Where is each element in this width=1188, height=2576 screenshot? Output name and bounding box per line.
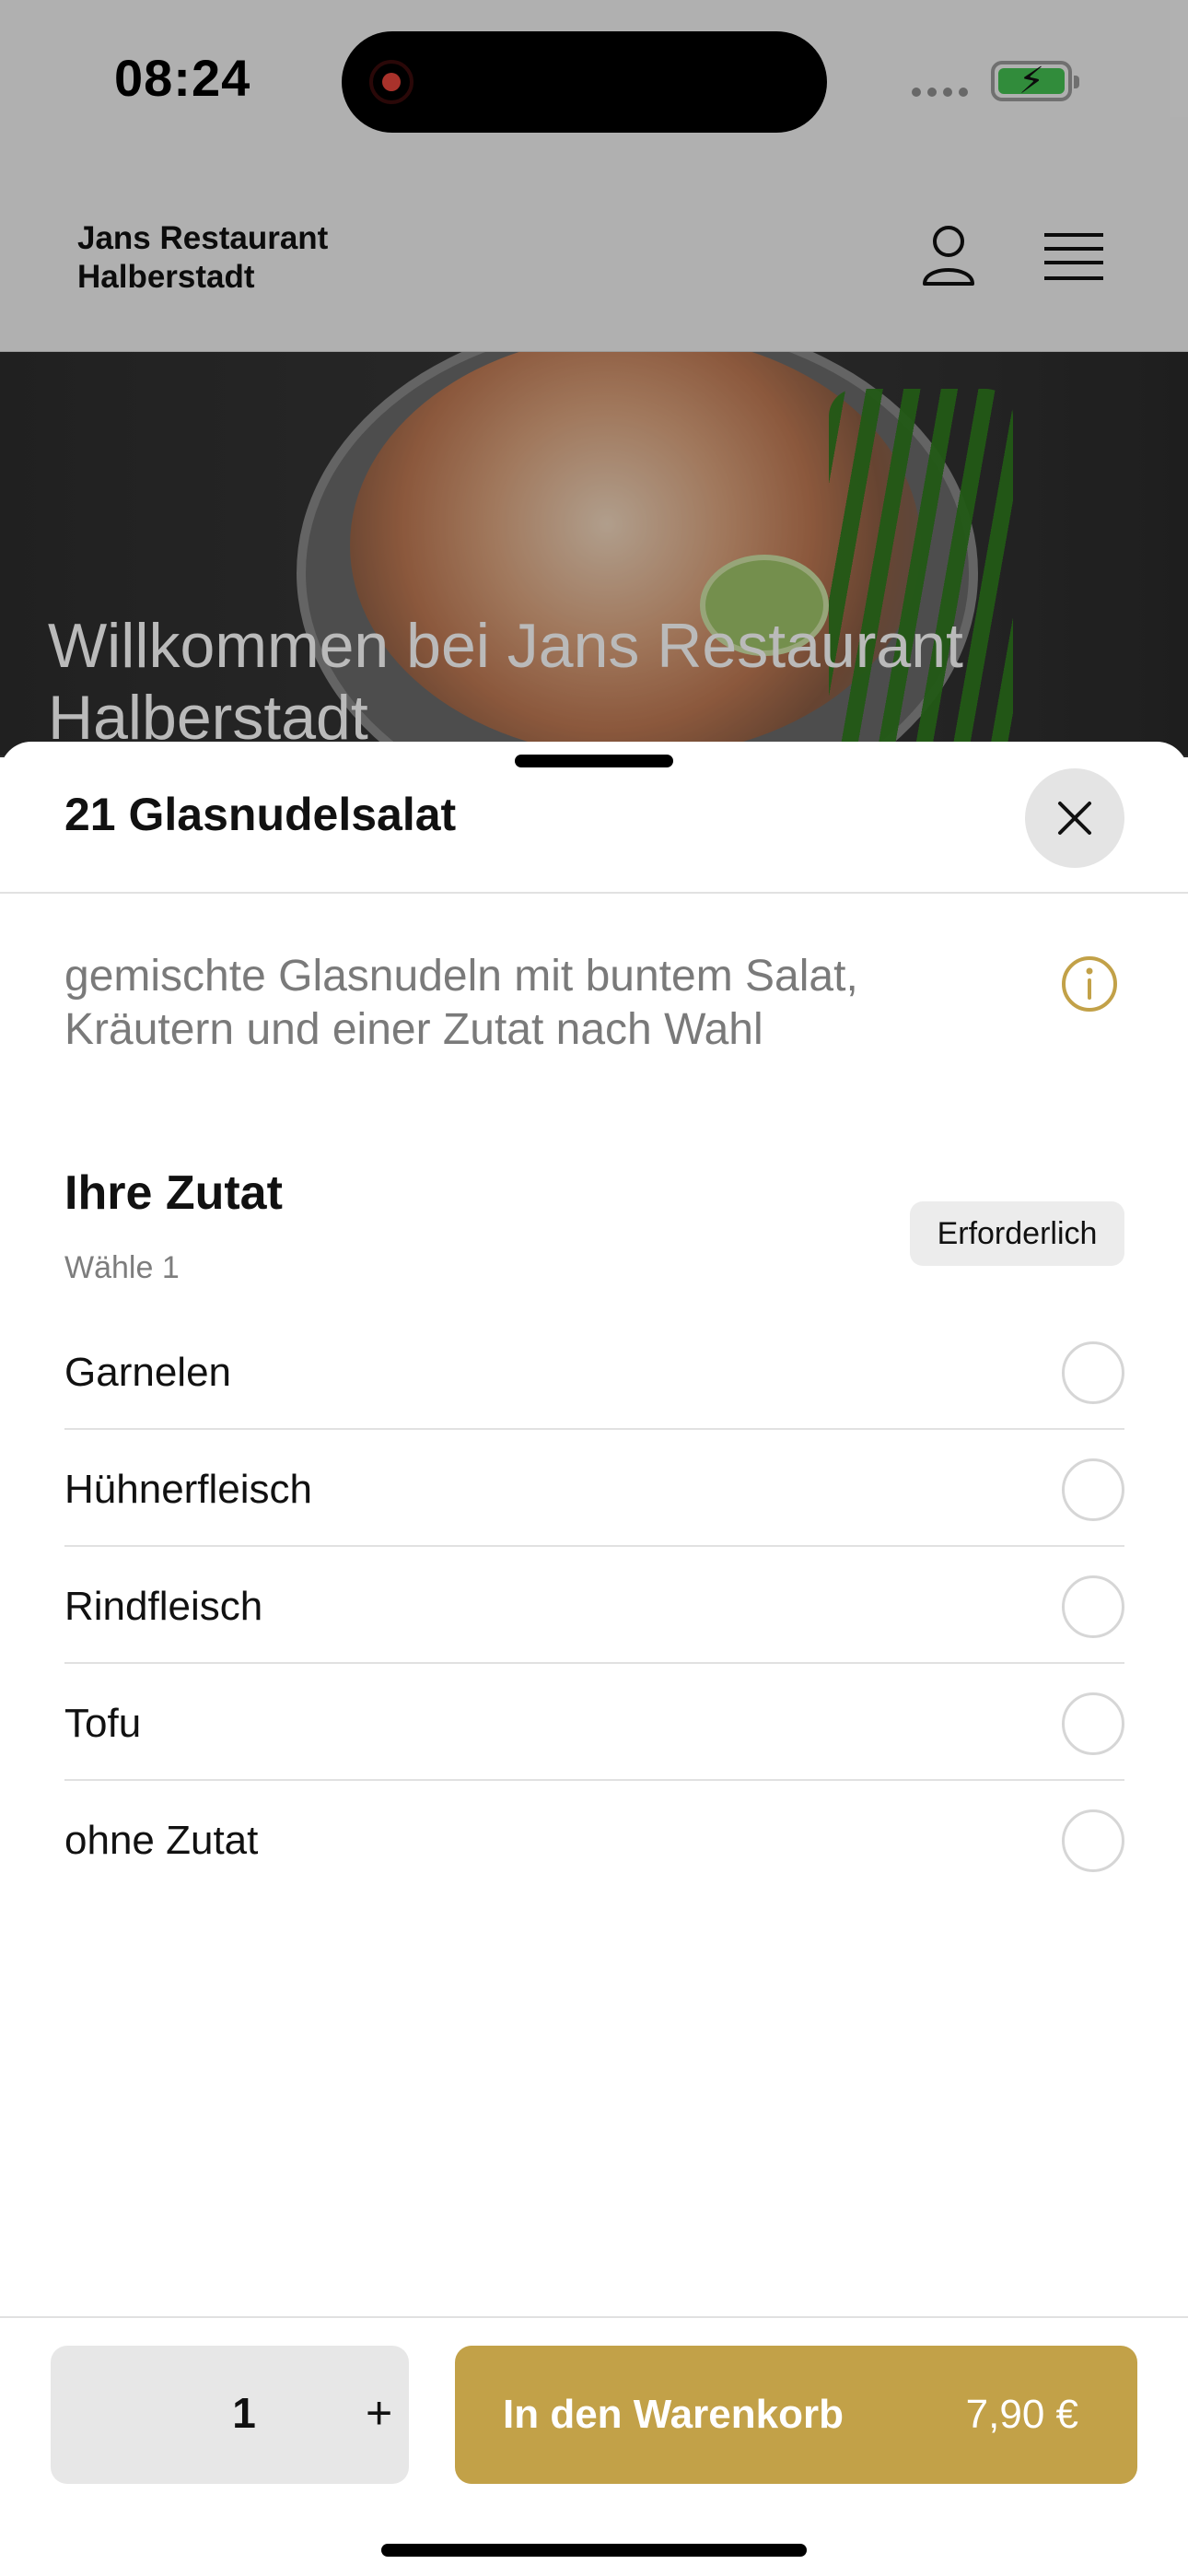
add-to-cart-label: In den Warenkorb (503, 2392, 844, 2437)
required-badge: Erforderlich (910, 1201, 1124, 1266)
option-group-subtitle: Wähle 1 (64, 1250, 180, 1285)
info-icon[interactable] (1061, 955, 1118, 1013)
home-indicator[interactable] (381, 2544, 807, 2557)
close-icon (1058, 802, 1091, 835)
order-footer: 1 + In den Warenkorb 7,90 € (0, 2316, 1188, 2576)
option-label: Rindfleisch (64, 1584, 263, 1629)
radio-button[interactable] (1062, 1809, 1124, 1872)
option-label: Hühnerfleisch (64, 1467, 313, 1512)
dish-description: gemischte Glasnudeln mit buntem Salat, K… (64, 952, 858, 1054)
radio-button[interactable] (1062, 1692, 1124, 1755)
option-list: Garnelen Hühnerfleisch Rindfleisch Tofu … (64, 1313, 1124, 1898)
option-label: Tofu (64, 1701, 142, 1746)
option-item[interactable]: Tofu (64, 1664, 1124, 1781)
quantity-stepper: 1 + (51, 2346, 409, 2484)
sheet-header: 21 Glasnudelsalat (0, 742, 1188, 894)
increase-quantity-button[interactable]: + (366, 2386, 392, 2440)
radio-button[interactable] (1062, 1458, 1124, 1521)
option-label: ohne Zutat (64, 1818, 259, 1863)
radio-button[interactable] (1062, 1575, 1124, 1638)
modal-backdrop[interactable] (0, 0, 1188, 755)
quantity-value: 1 (232, 2389, 256, 2437)
dish-title: 21 Glasnudelsalat (64, 789, 457, 840)
option-group-title: Ihre Zutat (64, 1166, 283, 1220)
price-label: 7,90 € (965, 2392, 1078, 2437)
option-label: Garnelen (64, 1350, 232, 1395)
option-item[interactable]: Hühnerfleisch (64, 1430, 1124, 1547)
option-item[interactable]: Garnelen (64, 1313, 1124, 1430)
option-item[interactable]: ohne Zutat (64, 1781, 1124, 1898)
radio-button[interactable] (1062, 1341, 1124, 1404)
add-to-cart-button[interactable]: In den Warenkorb 7,90 € (455, 2346, 1137, 2484)
product-sheet: 21 Glasnudelsalat gemischte Glasnudeln m… (0, 742, 1188, 2576)
close-button[interactable] (1025, 768, 1124, 868)
option-item[interactable]: Rindfleisch (64, 1547, 1124, 1664)
